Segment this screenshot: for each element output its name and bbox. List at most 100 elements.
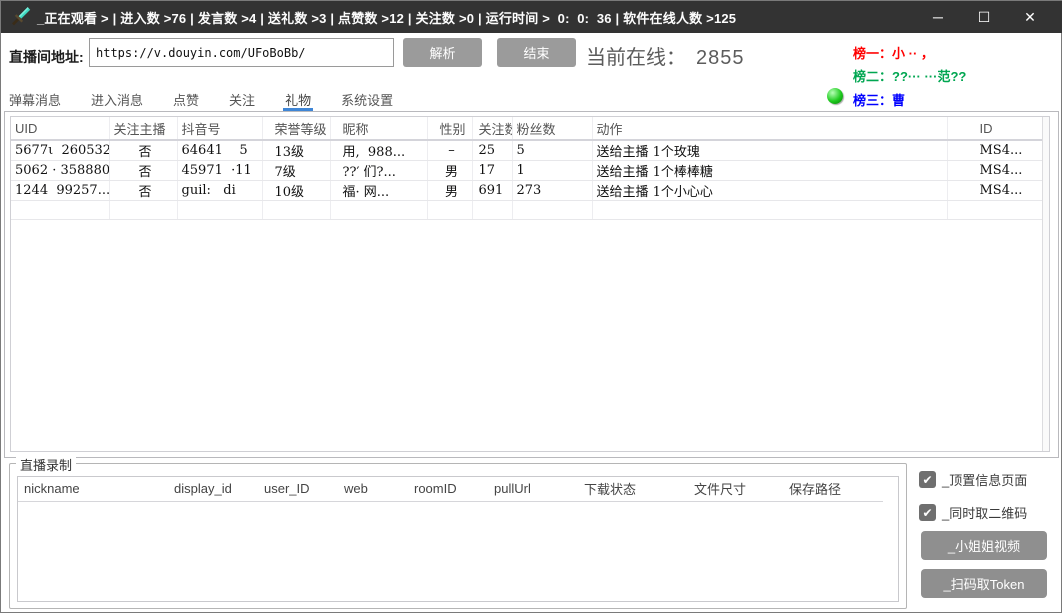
window-controls: ─ ☐ ✕ [915, 1, 1053, 33]
table-cell: 否 [109, 161, 177, 181]
token-button[interactable]: _扫码取Token [921, 569, 1047, 598]
table-cell: 5062 · 3588808 [11, 161, 109, 181]
gift-tab-panel: UID关注主播抖音号荣誉等级昵称性别关注数粉丝数动作ID 5677ι 26053… [4, 111, 1059, 458]
table-cell: 用, 988... [330, 140, 427, 161]
column-header: 下载状态 [578, 477, 688, 501]
table-cell [427, 201, 472, 220]
table-cell: MS4... [947, 140, 1043, 161]
table-cell: 送给主播 1个棒棒糖 [592, 161, 947, 181]
tab-bar: 弹幕消息 进入消息 点赞 关注 礼物 系统设置 [7, 87, 395, 111]
table-cell: 福· 网... [330, 181, 427, 201]
rank2-label: 榜二：??··· ···范?? [853, 66, 966, 85]
column-header: UID [11, 117, 109, 140]
table-cell: 1244 99257... [11, 181, 109, 201]
column-header: 动作 [592, 117, 947, 140]
column-header: display_id [168, 477, 258, 501]
table-cell: 5 [512, 140, 592, 161]
table-cell [472, 201, 512, 220]
table-cell: 送给主播 1个玫瑰 [592, 140, 947, 161]
table-cell [262, 201, 330, 220]
table-cell: 691 [472, 181, 512, 201]
recording-table: nicknamedisplay_iduser_IDwebroomIDpullUr… [17, 476, 899, 602]
tab-like[interactable]: 点赞 [171, 87, 201, 111]
room-url-input[interactable] [89, 38, 394, 67]
pin-info-checkbox-row[interactable]: ✔ _顶置信息页面 [919, 470, 1027, 489]
table-cell [11, 201, 109, 220]
online-label: 当前在线： [586, 47, 686, 69]
table-cell: 否 [109, 140, 177, 161]
column-header: web [338, 477, 408, 501]
tab-settings[interactable]: 系统设置 [339, 87, 395, 111]
gift-table-header: UID关注主播抖音号荣誉等级昵称性别关注数粉丝数动作ID [11, 117, 1043, 140]
tab-danmu[interactable]: 弹幕消息 [7, 87, 63, 111]
column-header: 关注数 [472, 117, 512, 140]
table-cell: 10级 [262, 181, 330, 201]
table-cell: MS4... [947, 181, 1043, 201]
parse-button[interactable]: 解析 [403, 38, 482, 67]
column-header: 文件尺寸 [688, 477, 783, 501]
table-cell: 男 [427, 181, 472, 201]
table-cell: 64641 5 [177, 140, 262, 161]
table-cell: 1 [512, 161, 592, 181]
table-cell: guil: di [177, 181, 262, 201]
gift-table-scrollbar[interactable] [1042, 117, 1049, 451]
gift-table: UID关注主播抖音号荣誉等级昵称性别关注数粉丝数动作ID 5677ι 26053… [10, 116, 1050, 452]
table-cell [512, 201, 592, 220]
table-cell: 送给主播 1个小心心 [592, 181, 947, 201]
green-ball-icon [827, 88, 843, 104]
recording-group-label: 直播录制 [16, 455, 76, 474]
column-header: user_ID [258, 477, 338, 501]
close-button[interactable]: ✕ [1007, 1, 1053, 33]
window-title: _正在观看 > | 进入数 >76 | 发言数 >4 | 送礼数 >3 | 点赞… [37, 8, 736, 27]
table-cell: 45971 ·11 [177, 161, 262, 181]
rank1-label: 榜一：小 ·· ， [853, 43, 934, 62]
pin-info-checkbox-label: _顶置信息页面 [942, 470, 1027, 489]
video-button[interactable]: _小姐姐视频 [921, 531, 1047, 560]
table-cell: 5677ι 2605325 [11, 140, 109, 161]
column-header: 性别 [427, 117, 472, 140]
checkbox-checked-icon[interactable]: ✔ [919, 471, 936, 488]
table-cell [109, 201, 177, 220]
rank3-label: 榜三：曹 [853, 90, 905, 109]
column-header: pullUrl [488, 477, 578, 501]
table-row[interactable]: 1244 99257...否guil: di10级福· 网...男691273送… [11, 181, 1043, 201]
table-cell: 273 [512, 181, 592, 201]
table-cell [947, 201, 1043, 220]
maximize-button[interactable]: ☐ [961, 1, 1007, 33]
table-cell [330, 201, 427, 220]
online-count: 当前在线：2855 [586, 41, 745, 70]
table-cell: 13级 [262, 140, 330, 161]
qrcode-checkbox-row[interactable]: ✔ _同时取二维码 [919, 503, 1027, 522]
tab-enter[interactable]: 进入消息 [89, 87, 145, 111]
table-row[interactable]: 5677ι 2605325否64641 513级用, 988...–255送给主… [11, 140, 1043, 161]
table-cell: 男 [427, 161, 472, 181]
recording-groupbox: 直播录制 nicknamedisplay_iduser_IDwebroomIDp… [9, 463, 907, 609]
recording-table-header: nicknamedisplay_iduser_IDwebroomIDpullUr… [18, 477, 898, 501]
end-button[interactable]: 结束 [497, 38, 576, 67]
table-cell [177, 201, 262, 220]
column-header: ID [947, 117, 1043, 140]
title-bar: _正在观看 > | 进入数 >76 | 发言数 >4 | 送礼数 >3 | 点赞… [1, 1, 1062, 33]
table-row[interactable] [11, 201, 1043, 220]
table-cell: 否 [109, 181, 177, 201]
tab-gift[interactable]: 礼物 [283, 87, 313, 111]
column-header: 荣誉等级 [262, 117, 330, 140]
minimize-button[interactable]: ─ [915, 1, 961, 33]
table-cell: ??′ 们?... [330, 161, 427, 181]
checkbox-checked-icon[interactable]: ✔ [919, 504, 936, 521]
table-cell: 25 [472, 140, 512, 161]
table-cell: MS4... [947, 161, 1043, 181]
qrcode-checkbox-label: _同时取二维码 [942, 503, 1027, 522]
tab-follow[interactable]: 关注 [227, 87, 257, 111]
column-header: roomID [408, 477, 488, 501]
table-cell [592, 201, 947, 220]
column-header: 抖音号 [177, 117, 262, 140]
table-row[interactable]: 5062 · 3588808否45971 ·117级??′ 们?...男171送… [11, 161, 1043, 181]
column-header: 粉丝数 [512, 117, 592, 140]
room-url-label: 直播间地址: [9, 47, 84, 67]
table-cell: 7级 [262, 161, 330, 181]
column-header: 保存路径 [783, 477, 883, 501]
table-cell: 17 [472, 161, 512, 181]
table-cell: – [427, 140, 472, 161]
diamond-sword-icon [9, 6, 31, 28]
